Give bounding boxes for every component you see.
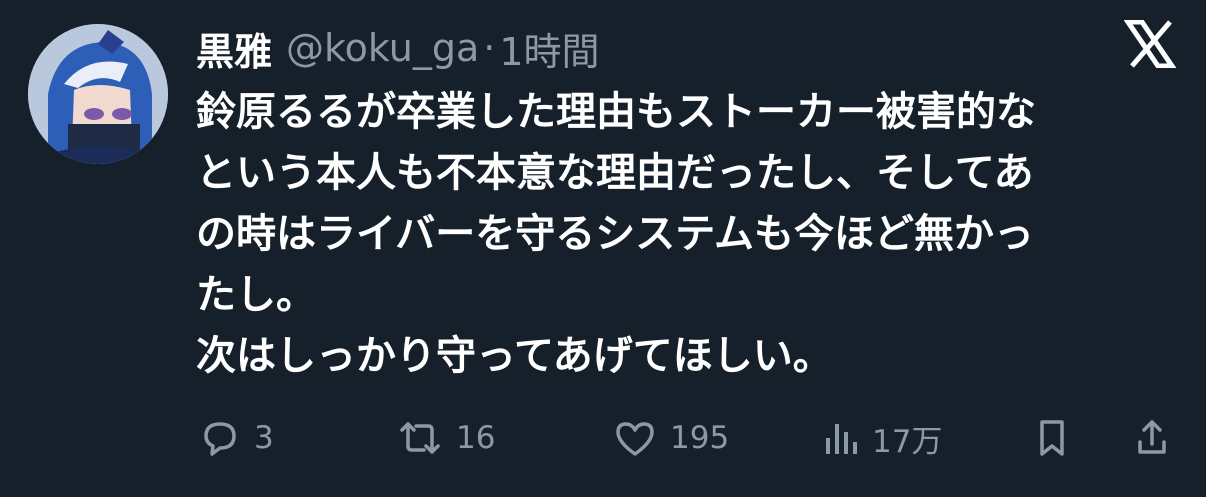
view-count: 17万 <box>872 423 943 460</box>
reply-count: 3 <box>254 420 274 456</box>
timestamp[interactable]: 1時間 <box>499 21 599 76</box>
like-count: 195 <box>670 420 730 456</box>
avatar-image <box>28 24 168 164</box>
heart-icon <box>612 416 658 460</box>
user-handle[interactable]: @koku_ga <box>286 26 479 70</box>
retweet-icon <box>396 416 444 460</box>
bookmark-button[interactable] <box>1032 410 1072 466</box>
share-button[interactable] <box>1132 410 1172 466</box>
avatar[interactable] <box>28 24 168 164</box>
x-logo-icon[interactable] <box>1120 14 1180 74</box>
share-icon <box>1132 416 1172 460</box>
retweet-button[interactable]: 16 <box>396 410 495 466</box>
like-button[interactable]: 195 <box>612 410 729 466</box>
views-icon <box>820 416 860 460</box>
reply-button[interactable]: 3 <box>198 410 274 466</box>
tweet-header: 黒雅 @koku_ga · 1時間 <box>196 22 600 74</box>
action-bar: 3 16 195 17万 <box>192 410 1182 466</box>
views-button[interactable]: 17万 <box>820 410 942 466</box>
bookmark-icon <box>1032 416 1072 460</box>
tweet-text: 鈴原るるが卒業した理由もストーカー被害的な という本人も不本意な理由だったし、そ… <box>196 89 1036 379</box>
display-name[interactable]: 黒雅 <box>196 21 272 76</box>
separator-dot: · <box>483 26 496 70</box>
reply-icon <box>198 416 242 460</box>
retweet-count: 16 <box>456 420 496 456</box>
